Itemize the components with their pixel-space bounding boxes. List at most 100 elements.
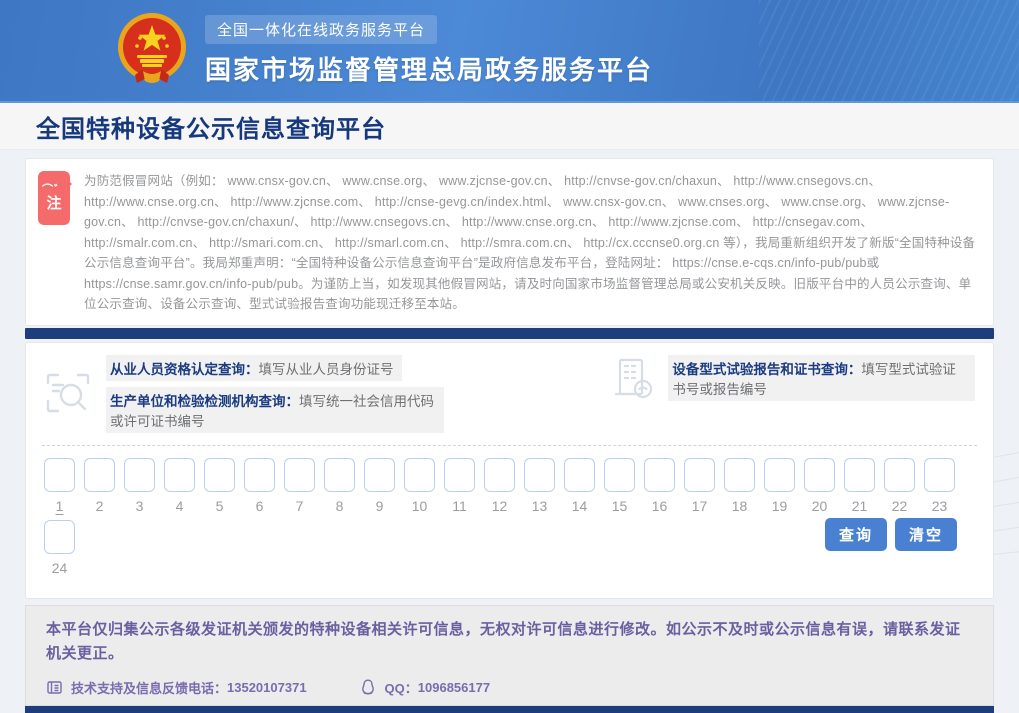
code-box-16[interactable] <box>644 458 675 492</box>
code-cell: 20 <box>804 458 835 516</box>
code-index-label: 3 <box>124 498 155 516</box>
code-box-24[interactable] <box>44 520 75 554</box>
agency-platform-title: 国家市场监督管理总局政务服务平台 <box>205 50 653 87</box>
code-cell: 15 <box>604 458 635 516</box>
code-index-label: 15 <box>604 498 635 516</box>
code-box-4[interactable] <box>164 458 195 492</box>
code-cell: 5 <box>204 458 235 516</box>
national-emblem-logo <box>113 9 191 93</box>
action-buttons: 查询 清空 <box>825 518 957 551</box>
code-index-label: 20 <box>804 498 835 516</box>
code-cell: 8 <box>324 458 355 516</box>
code-box-18[interactable] <box>724 458 755 492</box>
code-box-3[interactable] <box>124 458 155 492</box>
code-cell: 13 <box>524 458 555 516</box>
footer-disclaimer-card: 本平台仅归集公示各级发证机关颁发的特种设备相关许可信息，无权对许可信息进行修改。… <box>25 605 994 706</box>
code-cell: 7 <box>284 458 315 516</box>
instruction-person-hint: 填写从业人员身份证号 <box>259 362 394 377</box>
code-box-7[interactable] <box>284 458 315 492</box>
code-index-label: 7 <box>284 498 315 516</box>
instruction-type-test-label: 设备型式试验报告和证书查询： <box>672 362 861 377</box>
instructions-left-group: 从业人员资格认定查询：填写从业人员身份证号 生产单位和检验检测机构查询：填写统一… <box>44 355 444 433</box>
query-instructions: 从业人员资格认定查询：填写从业人员身份证号 生产单位和检验检测机构查询：填写统一… <box>40 353 979 443</box>
code-cell: 10 <box>404 458 435 516</box>
code-box-2[interactable] <box>84 458 115 492</box>
footer-disclaimer-text: 本平台仅归集公示各级发证机关颁发的特种设备相关许可信息，无权对许可信息进行修改。… <box>46 618 973 666</box>
code-box-5[interactable] <box>204 458 235 492</box>
code-index-label: 18 <box>724 498 755 516</box>
code-index-label: 13 <box>524 498 555 516</box>
code-cell: 14 <box>564 458 595 516</box>
code-index-label: 11 <box>444 498 475 516</box>
code-box-19[interactable] <box>764 458 795 492</box>
query-button[interactable]: 查询 <box>825 518 887 551</box>
code-cell: 17 <box>684 458 715 516</box>
code-box-23[interactable] <box>924 458 955 492</box>
code-cell: 21 <box>844 458 875 516</box>
code-box-17[interactable] <box>684 458 715 492</box>
code-cell: 24 <box>44 520 75 578</box>
code-index-label: 14 <box>564 498 595 516</box>
national-platform-banner: 全国一体化在线政务服务平台 <box>205 15 437 44</box>
instruction-unit-query: 生产单位和检验检测机构查询：填写统一社会信用代码或许可证书编号 <box>106 387 444 433</box>
code-cell: 16 <box>644 458 675 516</box>
code-index-label: 8 <box>324 498 355 516</box>
instruction-type-test-query: 设备型式试验报告和证书查询：填写型式试验证书号或报告编号 <box>668 355 975 401</box>
notice-badge-label: 注 <box>46 196 61 212</box>
dashed-separator <box>42 445 977 446</box>
code-index-label: 10 <box>404 498 435 516</box>
query-card: 从业人员资格认定查询：填写从业人员身份证号 生产单位和检验检测机构查询：填写统一… <box>25 342 994 599</box>
code-box-21[interactable] <box>844 458 875 492</box>
code-cell: 23 <box>924 458 955 516</box>
code-cell: 4 <box>164 458 195 516</box>
code-box-8[interactable] <box>324 458 355 492</box>
code-index-label: 17 <box>684 498 715 516</box>
support-phone-label: 技术支持及信息反馈电话： <box>71 678 227 697</box>
code-box-11[interactable] <box>444 458 475 492</box>
page-title-band: 全国特种设备公示信息查询平台 <box>0 103 1019 150</box>
code-box-14[interactable] <box>564 458 595 492</box>
code-cell: 12 <box>484 458 515 516</box>
code-box-9[interactable] <box>364 458 395 492</box>
code-index-label: 4 <box>164 498 195 516</box>
code-index-label: 2 <box>84 498 115 516</box>
code-cell: 3 <box>124 458 155 516</box>
bottom-navy-bar <box>25 706 994 713</box>
qq-penguin-icon <box>359 678 377 696</box>
support-qq: QQ： 1096856177 <box>359 678 491 697</box>
building-report-icon <box>612 356 654 400</box>
code-box-6[interactable] <box>244 458 275 492</box>
page-title: 全国特种设备公示信息查询平台 <box>36 109 386 144</box>
code-index-label: 24 <box>44 560 75 578</box>
code-index-label: 22 <box>884 498 915 516</box>
code-index-label: 5 <box>204 498 235 516</box>
code-index-label: 16 <box>644 498 675 516</box>
code-index-label: 1 <box>44 498 75 516</box>
code-box-10[interactable] <box>404 458 435 492</box>
instructions-right-group: 设备型式试验报告和证书查询：填写型式试验证书号或报告编号 <box>612 355 975 401</box>
code-box-1[interactable] <box>44 458 75 492</box>
code-index-label: 19 <box>764 498 795 516</box>
code-box-12[interactable] <box>484 458 515 492</box>
clear-button[interactable]: 清空 <box>895 518 957 551</box>
code-box-20[interactable] <box>804 458 835 492</box>
code-box-13[interactable] <box>524 458 555 492</box>
code-index-label: 21 <box>844 498 875 516</box>
code-index-label: 9 <box>364 498 395 516</box>
code-cell: 19 <box>764 458 795 516</box>
support-qq-label: QQ： <box>385 678 418 697</box>
code-box-22[interactable] <box>884 458 915 492</box>
contact-row: 技术支持及信息反馈电话： 13520107371 QQ： 1096856177 <box>46 678 973 697</box>
site-header: 全国一体化在线政务服务平台 国家市场监督管理总局政务服务平台 <box>0 0 1019 103</box>
code-box-15[interactable] <box>604 458 635 492</box>
anti-fake-notice-text: 为防范假冒网站（例如： www.cnsx-gov.cn、 www.cnse.or… <box>84 169 979 315</box>
code-cell: 18 <box>724 458 755 516</box>
code-cell: 9 <box>364 458 395 516</box>
fax-phone-icon <box>46 679 63 696</box>
support-phone-number: 13520107371 <box>227 680 307 695</box>
code-cell: 11 <box>444 458 475 516</box>
code-cell: 6 <box>244 458 275 516</box>
instruction-person-label: 从业人员资格认定查询： <box>110 362 259 377</box>
code-input-area: 123456789101112131415161718192021222324 … <box>40 458 979 582</box>
instruction-unit-label: 生产单位和检验检测机构查询： <box>110 394 299 409</box>
